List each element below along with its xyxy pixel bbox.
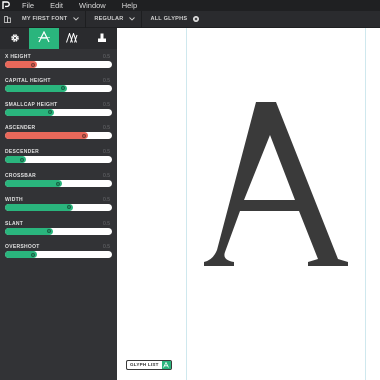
param-ascender: ASCENDER 0.5 bbox=[5, 125, 112, 140]
slider-handle[interactable] bbox=[31, 252, 36, 257]
param-slider[interactable] bbox=[5, 108, 112, 116]
fonts-icon[interactable] bbox=[0, 11, 14, 28]
double-a-icon bbox=[66, 30, 80, 48]
menu-help[interactable]: Help bbox=[122, 0, 137, 11]
param-slider[interactable] bbox=[5, 84, 112, 92]
tab-glyph-parts[interactable] bbox=[59, 28, 88, 49]
tab-glyph-params[interactable] bbox=[29, 28, 59, 49]
glyph-a-preview bbox=[204, 102, 348, 266]
param-value: 0.5 bbox=[103, 54, 110, 60]
menu-edit[interactable]: Edit bbox=[50, 0, 63, 11]
tab-settings[interactable] bbox=[0, 28, 29, 49]
slider-fill bbox=[5, 227, 54, 235]
param-slider[interactable] bbox=[5, 227, 112, 235]
param-label: SLANT bbox=[5, 220, 24, 227]
slider-handle[interactable] bbox=[31, 62, 36, 67]
param-overshoot: OVERSHOOT 0.5 bbox=[5, 244, 112, 259]
slider-fill bbox=[5, 108, 55, 116]
slider-fill bbox=[5, 180, 62, 187]
param-value: 0.5 bbox=[103, 220, 110, 227]
param-slider[interactable] bbox=[5, 132, 112, 140]
param-smallcap-height: SMALLCAP HEIGHT 0.5 bbox=[5, 101, 112, 116]
gear-icon bbox=[10, 30, 20, 48]
app-logo-icon[interactable] bbox=[0, 0, 12, 11]
param-value: 0.5 bbox=[103, 77, 110, 84]
slider-handle[interactable] bbox=[55, 181, 60, 186]
slider-fill bbox=[5, 84, 68, 92]
param-label: OVERSHOOT bbox=[5, 244, 40, 251]
font-style[interactable]: REGULAR bbox=[94, 11, 123, 28]
glyph-a-icon bbox=[161, 361, 171, 369]
toolbar-divider bbox=[85, 10, 87, 28]
param-label: CAPITAL HEIGHT bbox=[5, 77, 51, 84]
glyph-canvas[interactable]: GLYPH LIST bbox=[117, 28, 380, 380]
view-label[interactable]: ALL GLYPHS bbox=[150, 11, 187, 28]
glyph-a-icon bbox=[37, 30, 50, 48]
param-slant: SLANT 0.5 bbox=[5, 220, 112, 235]
font-name[interactable]: MY FIRST FONT bbox=[22, 11, 67, 28]
param-slider[interactable] bbox=[5, 156, 112, 164]
toolbar: MY FIRST FONT REGULAR ALL GLYPHS bbox=[0, 10, 380, 28]
toolbar-divider bbox=[141, 10, 143, 28]
param-x-height: X HEIGHT 0.5 bbox=[5, 54, 112, 68]
param-label: DESCENDER bbox=[5, 149, 40, 156]
menu-window[interactable]: Window bbox=[79, 0, 106, 11]
tab-export[interactable] bbox=[88, 28, 117, 49]
param-value: 0.5 bbox=[103, 173, 110, 179]
param-value: 0.5 bbox=[103, 244, 110, 251]
chevron-down-icon[interactable] bbox=[73, 17, 80, 21]
param-value: 0.5 bbox=[103, 196, 110, 203]
param-label: X HEIGHT bbox=[5, 54, 32, 60]
param-descender: DESCENDER 0.5 bbox=[5, 149, 112, 164]
parameters-sidebar: X HEIGHT 0.5 CAPITAL HEIGHT 0.5 SMALLCAP HEI… bbox=[0, 28, 117, 380]
param-slider[interactable] bbox=[5, 251, 112, 259]
slider-fill bbox=[5, 132, 89, 140]
param-crossbar: CROSSBAR 0.5 bbox=[5, 173, 112, 187]
menu-bar: File Edit Window Help bbox=[0, 0, 380, 11]
param-slider[interactable] bbox=[5, 180, 112, 187]
sidebar-tabs bbox=[0, 28, 117, 49]
param-capital-height: CAPITAL HEIGHT 0.5 bbox=[5, 77, 112, 92]
glyph-list-label: GLYPH LIST bbox=[130, 362, 159, 367]
param-value: 0.5 bbox=[103, 101, 110, 108]
param-value: 0.5 bbox=[103, 149, 110, 156]
param-slider[interactable] bbox=[5, 61, 112, 68]
stamp-icon bbox=[97, 30, 107, 48]
param-label: WIDTH bbox=[5, 196, 23, 203]
glyph-list-button[interactable]: GLYPH LIST bbox=[126, 360, 172, 370]
param-label: SMALLCAP HEIGHT bbox=[5, 101, 58, 108]
close-icon[interactable] bbox=[193, 16, 200, 22]
param-value: 0.5 bbox=[103, 125, 110, 132]
param-label: ASCENDER bbox=[5, 125, 36, 132]
menu-file[interactable]: File bbox=[22, 0, 34, 11]
slider-fill bbox=[5, 203, 74, 211]
param-label: CROSSBAR bbox=[5, 173, 37, 179]
chevron-down-icon[interactable] bbox=[129, 17, 136, 21]
param-slider[interactable] bbox=[5, 203, 112, 211]
param-width: WIDTH 0.5 bbox=[5, 196, 112, 211]
